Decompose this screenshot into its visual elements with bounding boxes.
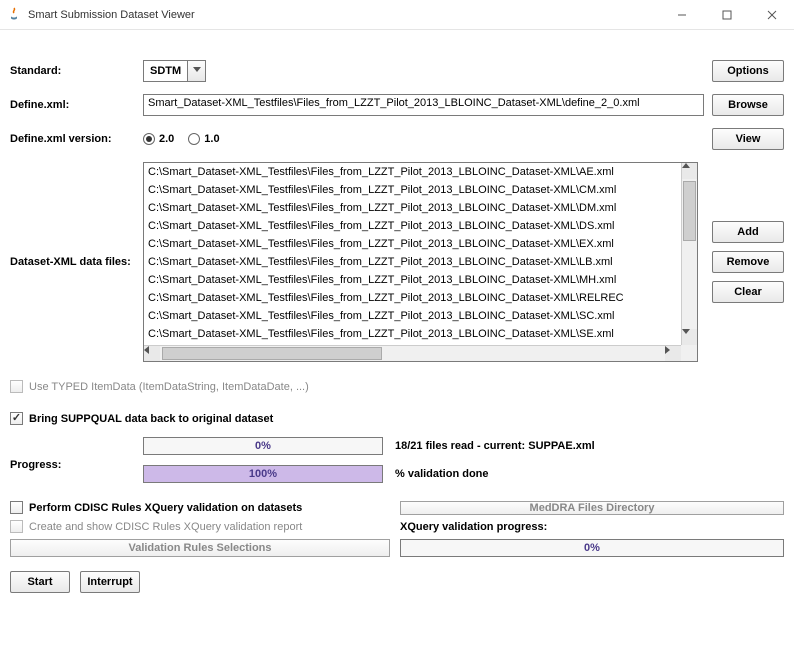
browse-button[interactable]: Browse [712, 94, 784, 116]
minimize-button[interactable] [659, 0, 704, 30]
standard-select[interactable]: SDTM [143, 60, 206, 82]
list-item[interactable]: C:\Smart_Dataset-XML_Testfiles\Files_fro… [144, 181, 681, 199]
scroll-corner [681, 345, 697, 361]
radio-unselected-icon [188, 133, 200, 145]
checkbox-unchecked-icon [10, 380, 23, 393]
meddra-dir-button: MedDRA Files Directory [400, 501, 784, 515]
list-item[interactable]: C:\Smart_Dataset-XML_Testfiles\Files_fro… [144, 199, 681, 217]
typed-itemdata-checkbox: Use TYPED ItemData (ItemDataString, Item… [10, 380, 309, 393]
scroll-thumb-horizontal[interactable] [162, 347, 382, 360]
list-item[interactable]: C:\Smart_Dataset-XML_Testfiles\Files_fro… [144, 307, 681, 325]
list-item[interactable]: C:\Smart_Dataset-XML_Testfiles\Files_fro… [144, 289, 681, 307]
list-item[interactable]: C:\Smart_Dataset-XML_Testfiles\Files_fro… [144, 271, 681, 289]
scrollbar-horizontal[interactable] [144, 345, 681, 361]
list-item[interactable]: C:\Smart_Dataset-XML_Testfiles\Files_fro… [144, 325, 681, 343]
scrollbar-vertical[interactable] [681, 163, 697, 345]
validation-progress-bar: 100% [143, 465, 383, 483]
progress-label: Progress: [10, 437, 143, 471]
maximize-button[interactable] [704, 0, 749, 30]
scroll-up-icon[interactable] [682, 163, 697, 179]
java-icon [6, 7, 22, 23]
list-item[interactable]: C:\Smart_Dataset-XML_Testfiles\Files_fro… [144, 235, 681, 253]
scroll-thumb-vertical[interactable] [683, 181, 696, 241]
interrupt-button[interactable]: Interrupt [80, 571, 140, 593]
standard-label: Standard: [10, 65, 143, 77]
list-item[interactable]: C:\Smart_Dataset-XML_Testfiles\Files_fro… [144, 253, 681, 271]
definexml-label: Define.xml: [10, 99, 143, 111]
version-radio-1-0[interactable]: 1.0 [188, 133, 219, 145]
add-button[interactable]: Add [712, 221, 784, 243]
xquery-progress-label: XQuery validation progress: [400, 521, 784, 533]
checkbox-unchecked-icon [10, 501, 23, 514]
checkbox-checked-icon [10, 412, 23, 425]
create-report-checkbox: Create and show CDISC Rules XQuery valid… [10, 520, 390, 533]
datafiles-listbox[interactable]: C:\Smart_Dataset-XML_Testfiles\Files_fro… [143, 162, 698, 362]
checkbox-unchecked-icon [10, 520, 23, 533]
rules-selections-button: Validation Rules Selections [10, 539, 390, 557]
list-item[interactable]: C:\Smart_Dataset-XML_Testfiles\Files_fro… [144, 163, 681, 181]
title-bar: Smart Submission Dataset Viewer [0, 0, 794, 30]
progress-status: 18/21 files read - current: SUPPAE.xml [395, 440, 595, 452]
dropdown-arrow-icon [187, 61, 205, 81]
xquery-progress-bar: 0% [400, 539, 784, 557]
standard-value: SDTM [144, 65, 187, 77]
start-button[interactable]: Start [10, 571, 70, 593]
definever-label: Define.xml version: [10, 133, 143, 145]
validation-done-label: % validation done [395, 468, 489, 480]
list-item[interactable]: C:\Smart_Dataset-XML_Testfiles\Files_fro… [144, 217, 681, 235]
window-title: Smart Submission Dataset Viewer [28, 9, 659, 21]
clear-button[interactable]: Clear [712, 281, 784, 303]
scroll-right-icon[interactable] [665, 346, 681, 361]
scroll-down-icon[interactable] [682, 329, 697, 345]
radio-selected-icon [143, 133, 155, 145]
close-button[interactable] [749, 0, 794, 30]
options-button[interactable]: Options [712, 60, 784, 82]
datafiles-label: Dataset-XML data files: [10, 256, 143, 268]
definexml-input[interactable]: Smart_Dataset-XML_Testfiles\Files_from_L… [143, 94, 704, 116]
version-radio-2-0[interactable]: 2.0 [143, 133, 174, 145]
suppqual-checkbox[interactable]: Bring SUPPQUAL data back to original dat… [10, 412, 273, 425]
perform-cdisc-checkbox[interactable]: Perform CDISC Rules XQuery validation on… [10, 501, 390, 514]
remove-button[interactable]: Remove [712, 251, 784, 273]
view-button[interactable]: View [712, 128, 784, 150]
scroll-left-icon[interactable] [144, 346, 160, 361]
files-progress-bar: 0% [143, 437, 383, 455]
